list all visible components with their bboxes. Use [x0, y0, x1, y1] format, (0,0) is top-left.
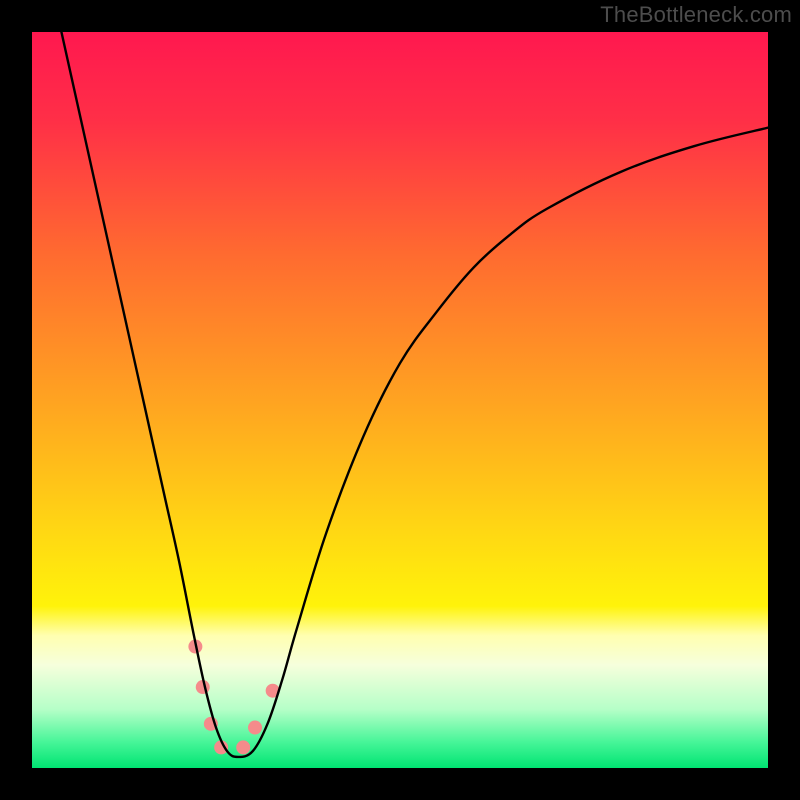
plot-area [32, 32, 768, 768]
attribution-text: TheBottleneck.com [600, 2, 792, 28]
marker-group [188, 640, 279, 755]
curve-marker [248, 721, 262, 735]
curve-layer [32, 32, 768, 768]
curve-marker [236, 740, 250, 754]
chart-frame: TheBottleneck.com [0, 0, 800, 800]
bottleneck-curve [61, 32, 768, 757]
